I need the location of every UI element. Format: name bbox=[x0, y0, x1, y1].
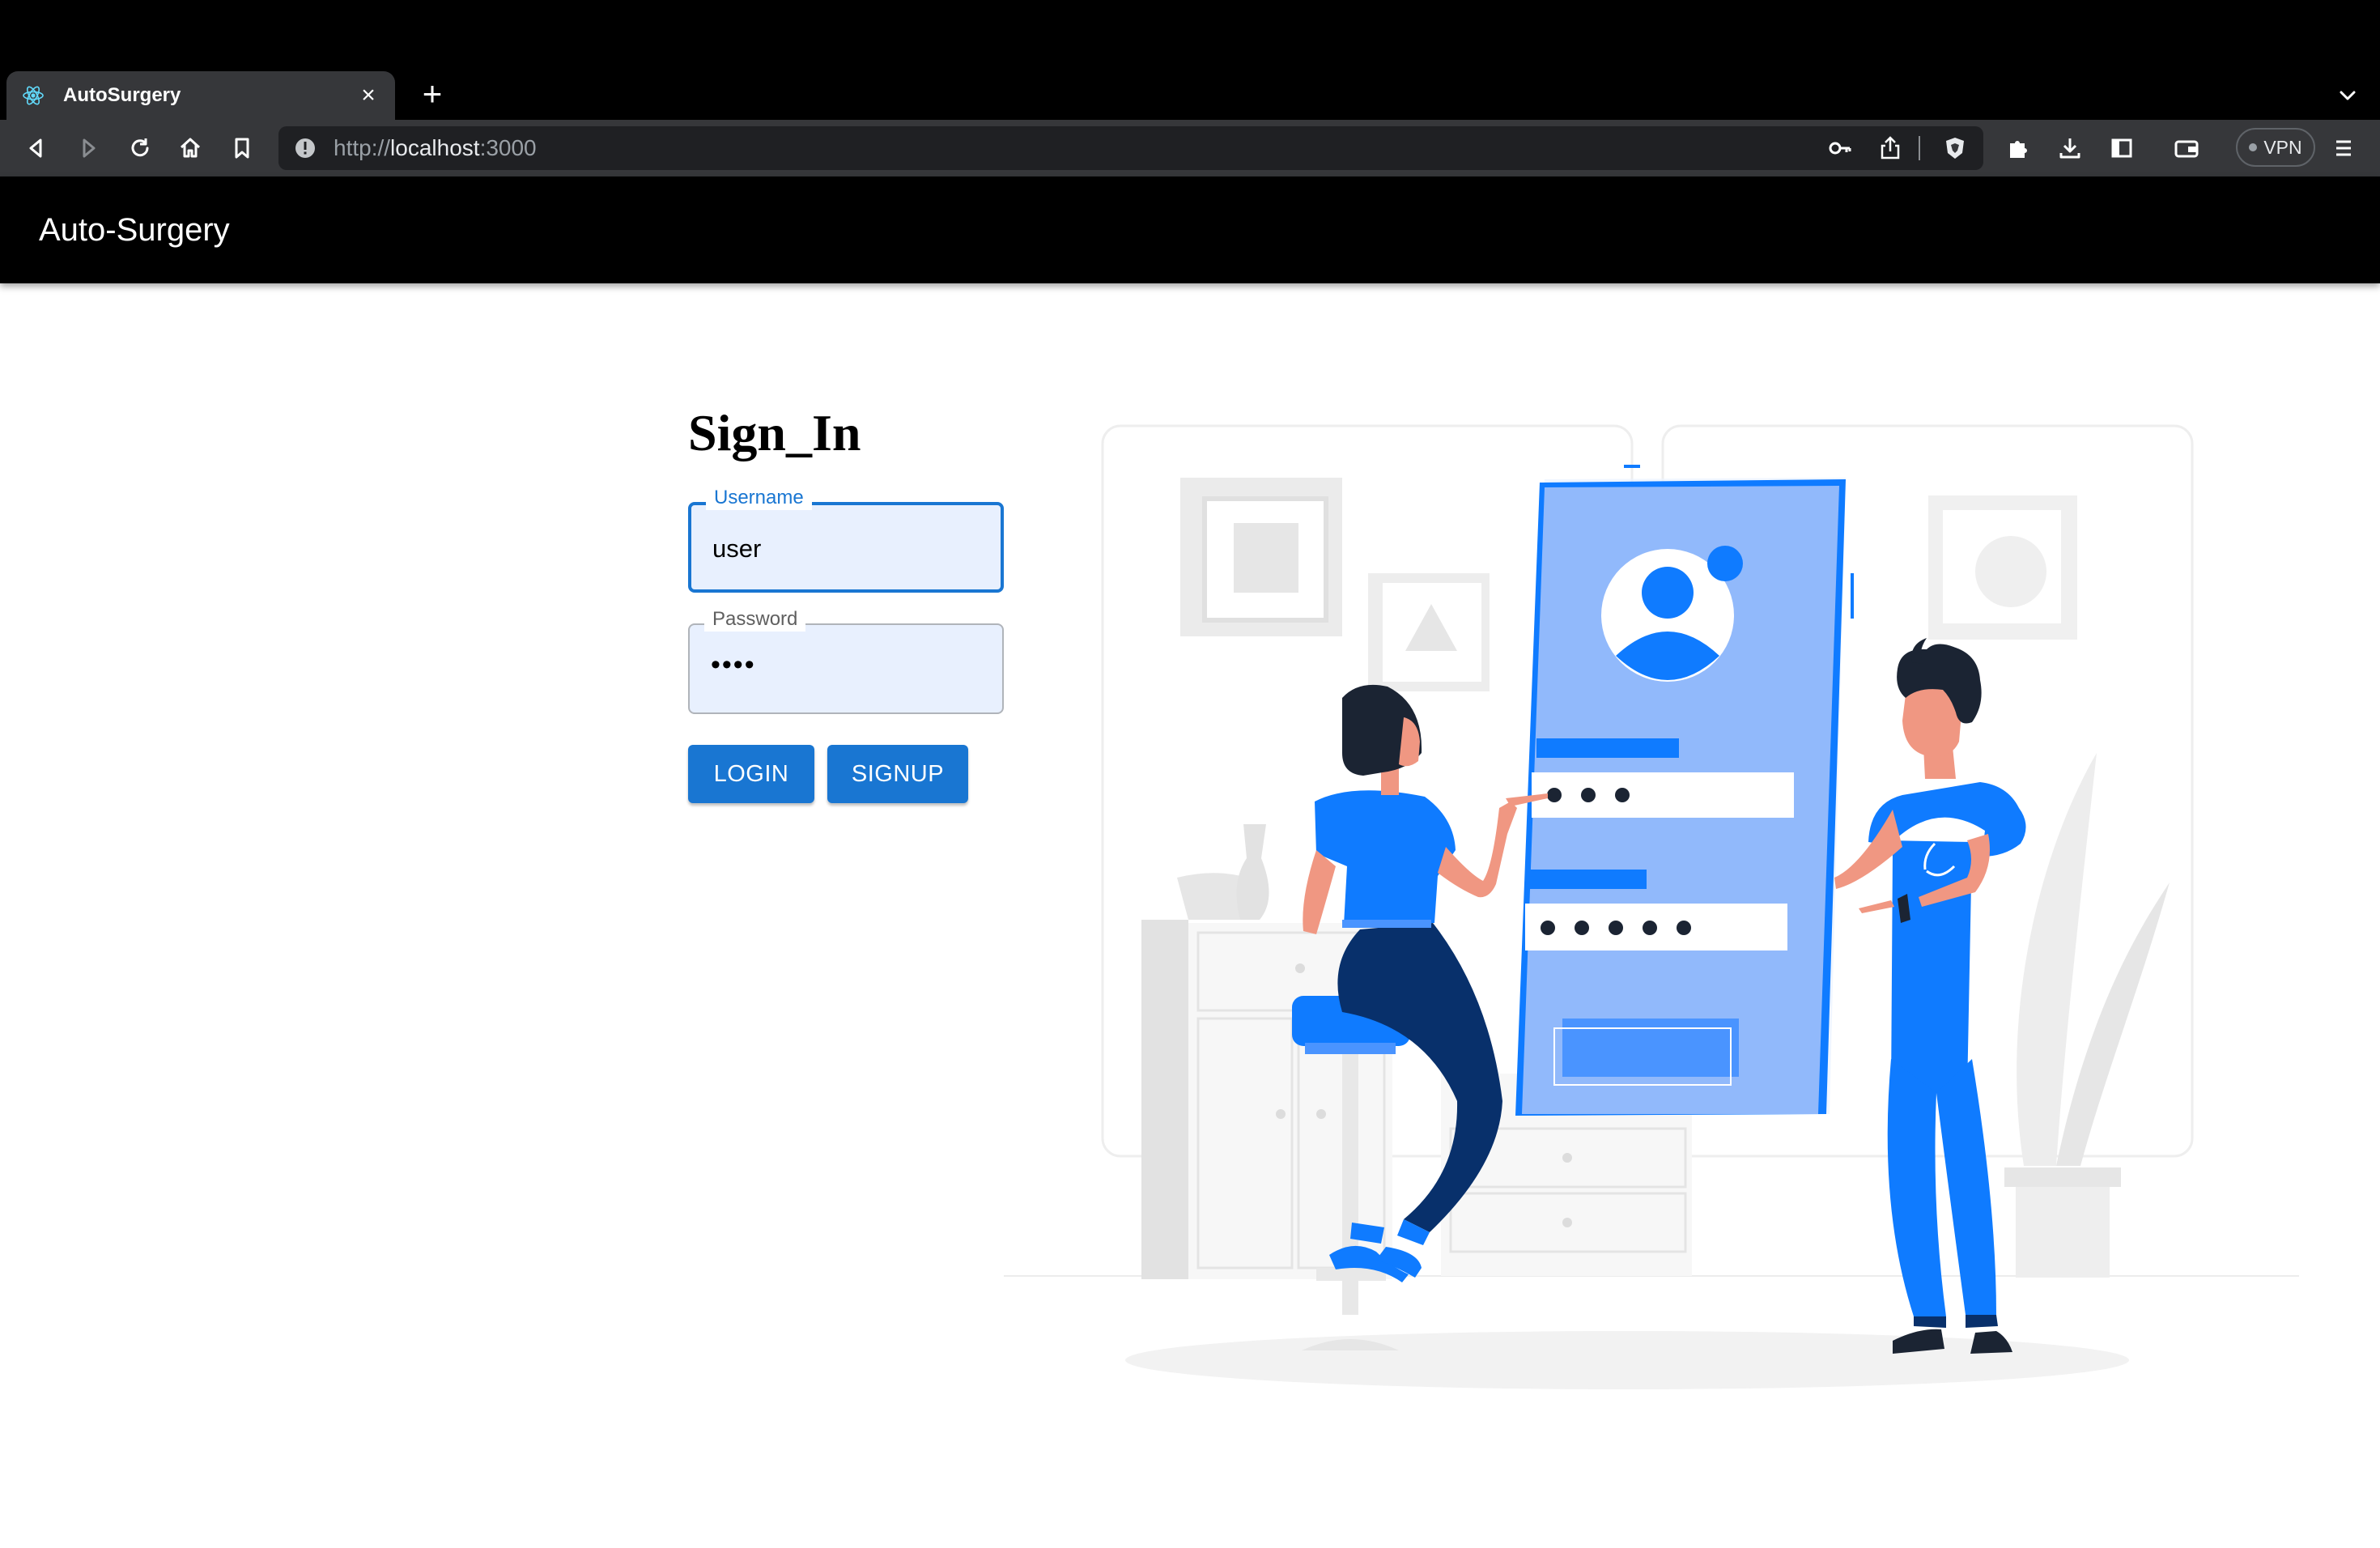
address-bar[interactable]: http://localhost:3000 bbox=[278, 126, 1983, 170]
wallet-icon[interactable] bbox=[2168, 130, 2205, 167]
back-icon[interactable] bbox=[18, 130, 55, 167]
url-scheme: http:// bbox=[334, 135, 391, 160]
app-title: Auto-Surgery bbox=[39, 212, 230, 248]
menu-icon[interactable] bbox=[2325, 130, 2362, 167]
vpn-button[interactable]: VPN bbox=[2236, 128, 2315, 167]
share-icon[interactable] bbox=[1875, 133, 1906, 164]
signup-button[interactable]: SIGNUP bbox=[827, 745, 968, 803]
home-icon[interactable] bbox=[172, 130, 209, 167]
password-label: Password bbox=[704, 607, 806, 632]
url-text: http://localhost:3000 bbox=[334, 135, 537, 161]
brave-shields-icon[interactable] bbox=[1940, 133, 1970, 164]
new-tab-button[interactable]: + bbox=[416, 77, 448, 111]
vpn-label: VPN bbox=[2263, 136, 2302, 158]
site-info-icon[interactable] bbox=[291, 134, 319, 162]
page-title: Sign_In bbox=[688, 404, 861, 461]
extensions-icon[interactable] bbox=[2000, 130, 2037, 167]
username-input[interactable]: user bbox=[712, 534, 761, 563]
username-field[interactable]: Username user bbox=[688, 486, 1004, 593]
forward-icon[interactable] bbox=[70, 130, 107, 167]
username-label: Username bbox=[706, 486, 812, 510]
download-icon[interactable] bbox=[2051, 130, 2089, 167]
url-port: :3000 bbox=[479, 135, 537, 160]
browser-tab[interactable]: AutoSurgery × bbox=[6, 71, 395, 120]
close-icon[interactable]: × bbox=[356, 83, 380, 108]
reload-icon[interactable] bbox=[121, 130, 159, 167]
login-button[interactable]: LOGIN bbox=[688, 745, 814, 803]
vpn-status-dot bbox=[2249, 143, 2258, 151]
react-favicon-icon bbox=[21, 83, 45, 108]
key-icon[interactable] bbox=[1825, 133, 1855, 164]
browser-toolbar: http://localhost:3000 VPN bbox=[0, 120, 2380, 176]
bookmark-icon[interactable] bbox=[223, 130, 261, 167]
password-field[interactable]: Password •••• bbox=[688, 607, 1004, 714]
browser-tab-strip: AutoSurgery × + bbox=[0, 0, 2380, 120]
password-input[interactable]: •••• bbox=[711, 649, 756, 681]
sidebar-icon[interactable] bbox=[2103, 130, 2140, 167]
tab-title: AutoSurgery bbox=[63, 84, 181, 106]
url-host: localhost bbox=[390, 135, 480, 160]
login-illustration bbox=[1004, 424, 2299, 1389]
tab-list-chevron-icon[interactable] bbox=[2335, 83, 2361, 108]
toolbar-divider bbox=[1919, 136, 1920, 160]
app-header: Auto-Surgery bbox=[0, 176, 2380, 283]
